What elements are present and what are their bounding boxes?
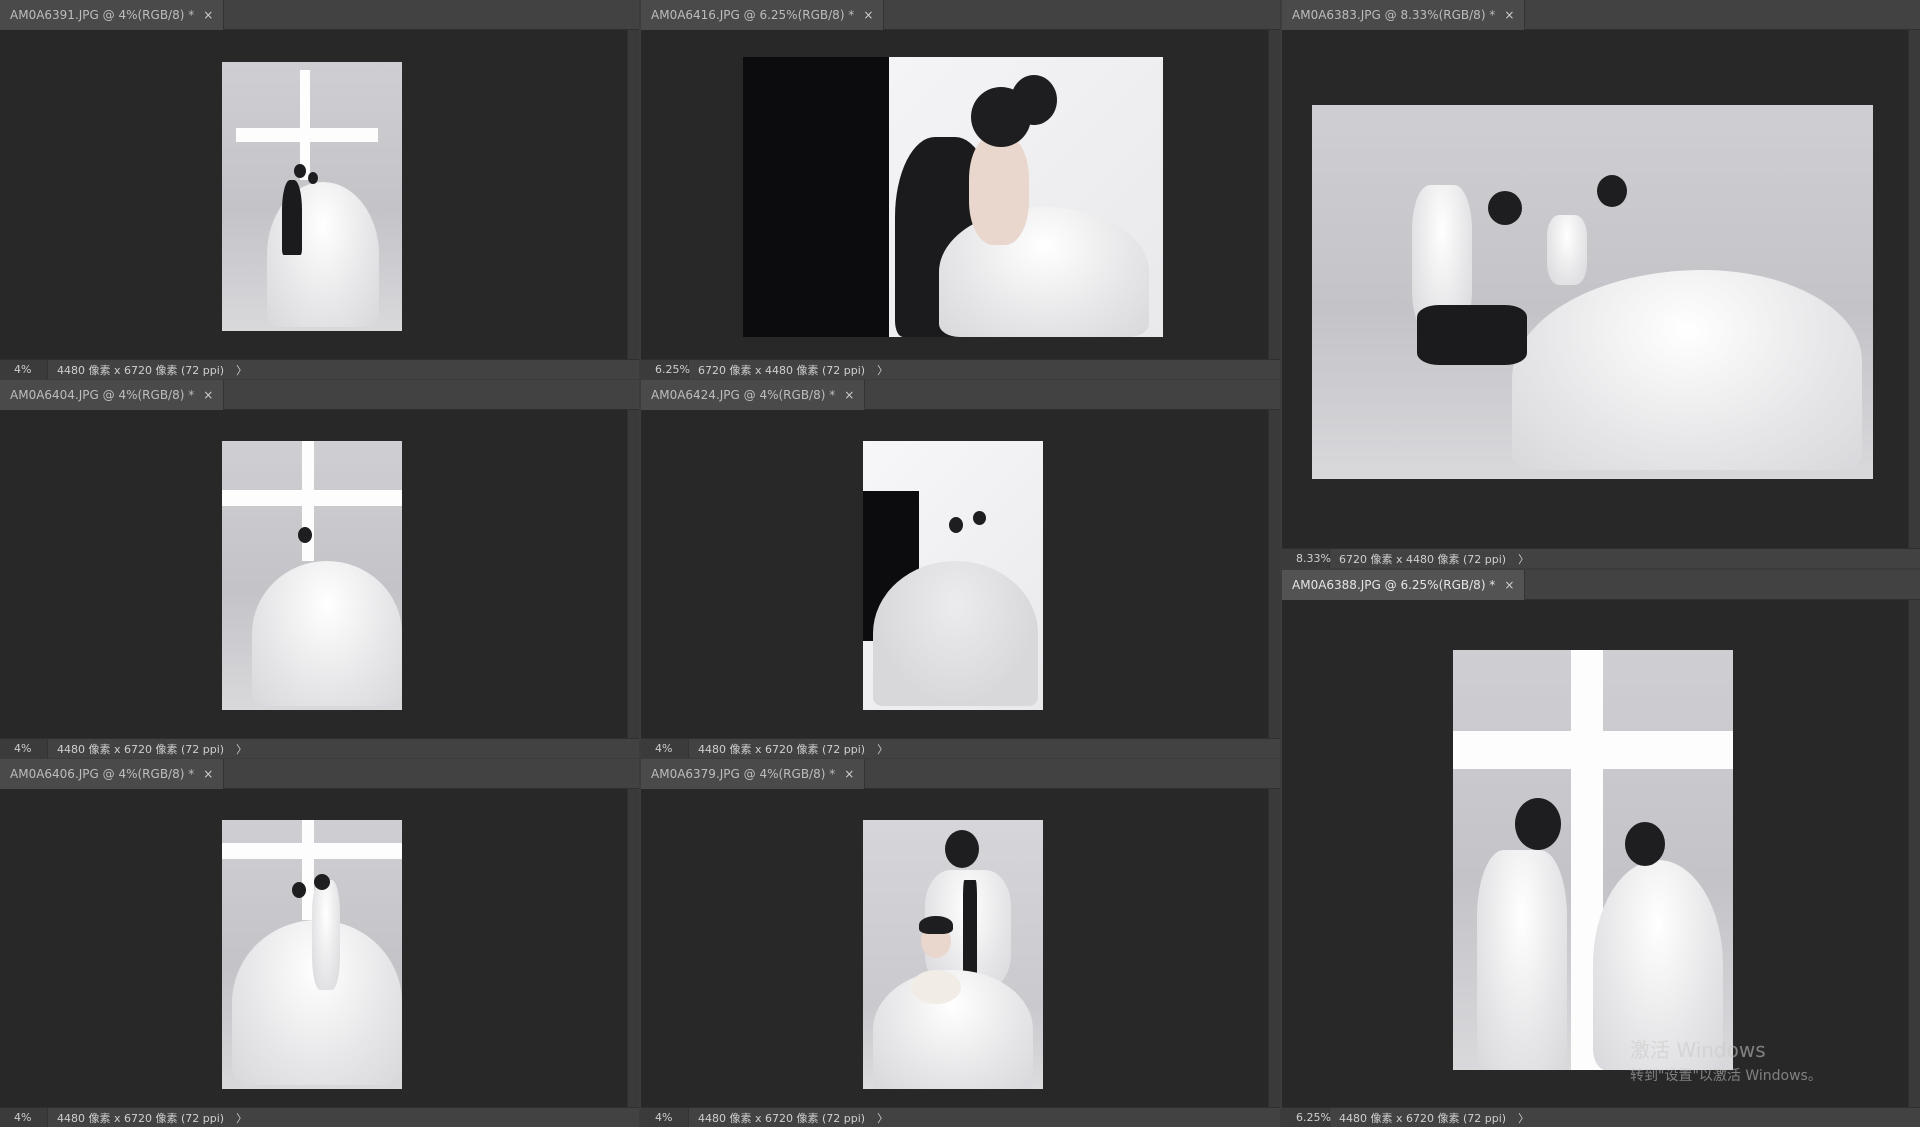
document-tab[interactable]: AM0A6424.JPG @ 4%(RGB/8) * × <box>641 380 866 410</box>
close-icon[interactable]: × <box>203 388 213 402</box>
vertical-scrollbar[interactable] <box>1268 789 1280 1107</box>
chevron-right-icon[interactable]: 〉 <box>865 1110 888 1126</box>
vertical-scrollbar[interactable] <box>1908 30 1920 548</box>
close-icon[interactable]: × <box>203 767 213 781</box>
document-window-am0a6388: AM0A6388.JPG @ 6.25%(RGB/8) * × 6.25% 44… <box>1282 570 1920 1127</box>
status-bar: 6.25% 4480 像素 x 6720 像素 (72 ppi) 〉 <box>1282 1107 1920 1127</box>
document-window-am0a6424: AM0A6424.JPG @ 4%(RGB/8) * × 4% 4480 像素 … <box>641 380 1280 758</box>
document-tab[interactable]: AM0A6391.JPG @ 4%(RGB/8) * × <box>0 0 225 30</box>
tab-bar: AM0A6404.JPG @ 4%(RGB/8) * × <box>0 380 639 410</box>
document-window-am0a6404: AM0A6404.JPG @ 4%(RGB/8) * × 4% 4480 像素 … <box>0 380 639 758</box>
close-icon[interactable]: × <box>844 388 854 402</box>
zoom-field[interactable]: 6.25% <box>1282 1107 1331 1127</box>
document-info: 4480 像素 x 6720 像素 (72 ppi) <box>1339 1111 1507 1125</box>
photo-thumbnail <box>222 62 402 331</box>
chevron-right-icon[interactable]: 〉 <box>224 741 247 757</box>
document-window-am0a6383: AM0A6383.JPG @ 8.33%(RGB/8) * × 8.33% 67… <box>1282 0 1920 568</box>
photo-thumbnail <box>222 820 402 1089</box>
tab-bar: AM0A6379.JPG @ 4%(RGB/8) * × <box>641 759 1280 789</box>
watermark-subtitle: 转到"设置"以激活 Windows。 <box>1630 1068 1822 1084</box>
document-info: 4480 像素 x 6720 像素 (72 ppi) <box>57 363 225 377</box>
document-info: 4480 像素 x 6720 像素 (72 ppi) <box>57 742 225 756</box>
vertical-scrollbar[interactable] <box>627 789 639 1107</box>
document-info: 6720 像素 x 4480 像素 (72 ppi) <box>698 363 866 377</box>
document-info: 4480 像素 x 6720 像素 (72 ppi) <box>698 1111 866 1125</box>
canvas-area[interactable] <box>0 30 627 359</box>
tab-label: AM0A6416.JPG @ 6.25%(RGB/8) * <box>651 8 855 22</box>
document-window-am0a6391: AM0A6391.JPG @ 4%(RGB/8) * × 4% 4480 像素 … <box>0 0 639 379</box>
watermark-title: 激活 Windows <box>1630 1038 1766 1062</box>
tab-bar: AM0A6424.JPG @ 4%(RGB/8) * × <box>641 380 1280 410</box>
chevron-right-icon[interactable]: 〉 <box>224 1110 247 1126</box>
status-bar: 6.25% 6720 像素 x 4480 像素 (72 ppi) 〉 <box>641 359 1280 379</box>
document-tab[interactable]: AM0A6379.JPG @ 4%(RGB/8) * × <box>641 759 866 789</box>
tab-bar: AM0A6391.JPG @ 4%(RGB/8) * × <box>0 0 639 30</box>
status-bar: 4% 4480 像素 x 6720 像素 (72 ppi) 〉 <box>0 738 639 758</box>
canvas-area[interactable] <box>1282 30 1908 548</box>
photo-thumbnail <box>863 820 1043 1089</box>
tab-label: AM0A6383.JPG @ 8.33%(RGB/8) * <box>1292 8 1496 22</box>
status-bar: 4% 4480 像素 x 6720 像素 (72 ppi) 〉 <box>641 738 1280 758</box>
photo-thumbnail <box>1453 650 1733 1070</box>
canvas-area[interactable] <box>0 789 627 1107</box>
status-bar: 4% 4480 像素 x 6720 像素 (72 ppi) 〉 <box>0 359 639 379</box>
zoom-field[interactable]: 4% <box>0 359 48 379</box>
vertical-scrollbar[interactable] <box>627 410 639 738</box>
tab-label: AM0A6406.JPG @ 4%(RGB/8) * <box>10 767 195 781</box>
zoom-field[interactable]: 4% <box>641 738 689 758</box>
document-info: 6720 像素 x 4480 像素 (72 ppi) <box>1339 552 1507 566</box>
close-icon[interactable]: × <box>844 767 854 781</box>
zoom-field[interactable]: 4% <box>0 1107 48 1127</box>
status-bar: 8.33% 6720 像素 x 4480 像素 (72 ppi) 〉 <box>1282 548 1920 568</box>
canvas-area[interactable] <box>1282 600 1908 1107</box>
chevron-right-icon[interactable]: 〉 <box>865 741 888 757</box>
close-icon[interactable]: × <box>1504 8 1514 22</box>
document-window-am0a6406: AM0A6406.JPG @ 4%(RGB/8) * × 4% 4480 像素 … <box>0 759 639 1127</box>
windows-activation-watermark: 激活 Windows 转到"设置"以激活 Windows。 <box>1630 1034 1822 1085</box>
vertical-scrollbar[interactable] <box>627 30 639 359</box>
vertical-scrollbar[interactable] <box>1268 410 1280 738</box>
document-tab[interactable]: AM0A6416.JPG @ 6.25%(RGB/8) * × <box>641 0 885 30</box>
document-tab[interactable]: AM0A6388.JPG @ 6.25%(RGB/8) * × <box>1282 570 1526 600</box>
close-icon[interactable]: × <box>863 8 873 22</box>
tab-label: AM0A6424.JPG @ 4%(RGB/8) * <box>651 388 836 402</box>
tab-bar: AM0A6416.JPG @ 6.25%(RGB/8) * × <box>641 0 1280 30</box>
close-icon[interactable]: × <box>203 8 213 22</box>
document-window-am0a6379: AM0A6379.JPG @ 4%(RGB/8) * × 4% 4480 像素 … <box>641 759 1280 1127</box>
tab-bar: AM0A6406.JPG @ 4%(RGB/8) * × <box>0 759 639 789</box>
document-window-am0a6416: AM0A6416.JPG @ 6.25%(RGB/8) * × 6.25% 67… <box>641 0 1280 379</box>
zoom-field[interactable]: 6.25% <box>641 359 690 379</box>
document-info: 4480 像素 x 6720 像素 (72 ppi) <box>698 742 866 756</box>
tab-bar: AM0A6383.JPG @ 8.33%(RGB/8) * × <box>1282 0 1920 30</box>
photo-thumbnail <box>1312 105 1873 479</box>
document-tab[interactable]: AM0A6383.JPG @ 8.33%(RGB/8) * × <box>1282 0 1526 30</box>
close-icon[interactable]: × <box>1504 578 1514 592</box>
status-bar: 4% 4480 像素 x 6720 像素 (72 ppi) 〉 <box>0 1107 639 1127</box>
canvas-area[interactable] <box>0 410 627 738</box>
chevron-right-icon[interactable]: 〉 <box>224 362 247 378</box>
photo-thumbnail <box>863 441 1043 710</box>
vertical-scrollbar[interactable] <box>1908 600 1920 1107</box>
document-info: 4480 像素 x 6720 像素 (72 ppi) <box>57 1111 225 1125</box>
document-tab[interactable]: AM0A6404.JPG @ 4%(RGB/8) * × <box>0 380 225 410</box>
tab-label: AM0A6379.JPG @ 4%(RGB/8) * <box>651 767 836 781</box>
photo-thumbnail <box>222 441 402 710</box>
chevron-right-icon[interactable]: 〉 <box>1506 1110 1529 1126</box>
tab-label: AM0A6391.JPG @ 4%(RGB/8) * <box>10 8 195 22</box>
photo-thumbnail <box>743 57 1163 337</box>
vertical-scrollbar[interactable] <box>1268 30 1280 359</box>
tab-label: AM0A6404.JPG @ 4%(RGB/8) * <box>10 388 195 402</box>
zoom-field[interactable]: 4% <box>641 1107 689 1127</box>
status-bar: 4% 4480 像素 x 6720 像素 (72 ppi) 〉 <box>641 1107 1280 1127</box>
chevron-right-icon[interactable]: 〉 <box>865 362 888 378</box>
tab-label: AM0A6388.JPG @ 6.25%(RGB/8) * <box>1292 578 1496 592</box>
canvas-area[interactable] <box>641 30 1268 359</box>
canvas-area[interactable] <box>641 789 1268 1107</box>
zoom-field[interactable]: 4% <box>0 738 48 758</box>
zoom-field[interactable]: 8.33% <box>1282 548 1331 568</box>
chevron-right-icon[interactable]: 〉 <box>1506 551 1529 567</box>
canvas-area[interactable] <box>641 410 1268 738</box>
document-tab[interactable]: AM0A6406.JPG @ 4%(RGB/8) * × <box>0 759 225 789</box>
tab-bar: AM0A6388.JPG @ 6.25%(RGB/8) * × <box>1282 570 1920 600</box>
